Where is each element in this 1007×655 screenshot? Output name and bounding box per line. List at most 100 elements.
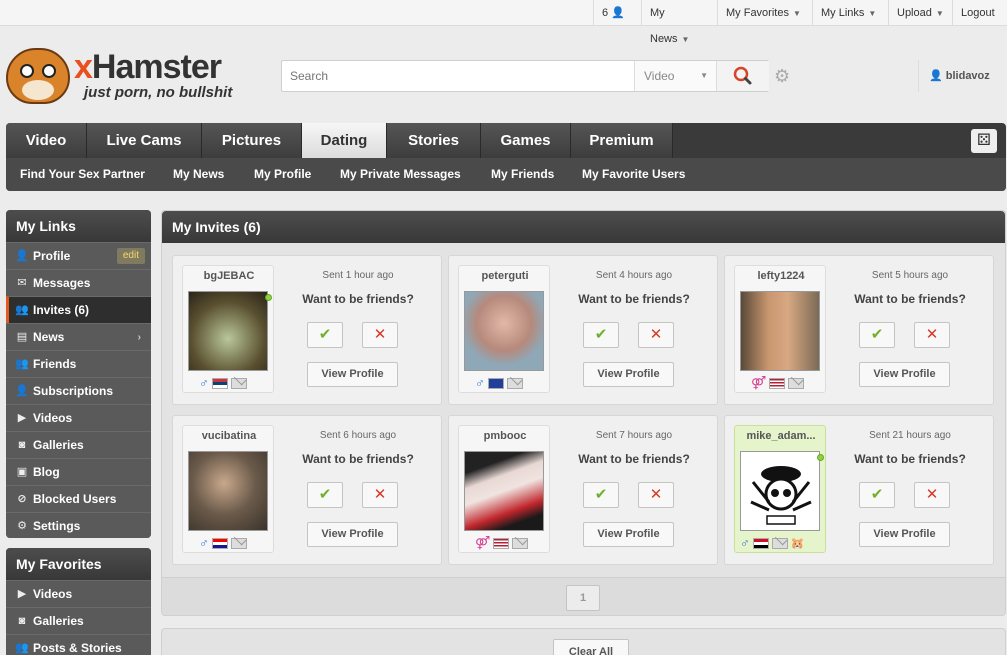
search-category-select[interactable]: Video ▼ bbox=[634, 61, 716, 91]
tab-live-cams[interactable]: Live Cams bbox=[87, 123, 202, 158]
users-icon: 👥 bbox=[15, 304, 29, 316]
view-profile-button[interactable]: View Profile bbox=[307, 522, 398, 547]
view-profile-button[interactable]: View Profile bbox=[583, 522, 674, 547]
view-profile-button[interactable]: View Profile bbox=[859, 522, 950, 547]
subtab-find-sex-partner[interactable]: Find Your Sex Partner bbox=[20, 158, 145, 191]
subtab-my-friends[interactable]: My Friends bbox=[491, 158, 554, 191]
accept-button[interactable]: ✔ bbox=[583, 322, 619, 348]
sidebar-item-videos[interactable]: ▶ Videos bbox=[6, 404, 151, 431]
accept-button[interactable]: ✔ bbox=[859, 482, 895, 508]
decline-button[interactable]: ✕ bbox=[914, 322, 950, 348]
profile-thumb[interactable]: vucibatina ♂ bbox=[182, 425, 274, 553]
users-icon: 👥 bbox=[15, 642, 29, 654]
eu-flag-icon bbox=[487, 377, 504, 389]
tab-games[interactable]: Games bbox=[481, 123, 571, 158]
profile-thumb[interactable]: peterguti ♂ bbox=[458, 265, 550, 393]
sidebar-item-settings[interactable]: ⚙ Settings bbox=[6, 512, 151, 538]
sidebar-item-friends[interactable]: 👥 Friends bbox=[6, 350, 151, 377]
friend-question: Want to be friends? bbox=[854, 452, 966, 466]
my-favorites-menu[interactable]: My Favorites ▼ bbox=[717, 0, 811, 26]
username[interactable]: peterguti bbox=[459, 270, 551, 282]
envelope-icon[interactable] bbox=[771, 537, 788, 549]
search-input[interactable] bbox=[282, 61, 634, 91]
sidebar-item-galleries[interactable]: ◙ Galleries bbox=[6, 431, 151, 458]
gear-icon[interactable]: ⚙ bbox=[774, 66, 790, 87]
sidebar-item-blog[interactable]: ▣ Blog bbox=[6, 458, 151, 485]
logout-link[interactable]: Logout bbox=[952, 0, 1007, 26]
search-button[interactable] bbox=[716, 61, 769, 91]
envelope-icon[interactable] bbox=[230, 537, 247, 549]
username[interactable]: lefty1224 bbox=[735, 270, 827, 282]
clear-all-button[interactable]: Clear All bbox=[553, 639, 629, 655]
invite-card: bgJEBAC ♂ Sent 1 hour ago Want to be fri… bbox=[172, 255, 442, 405]
view-profile-button[interactable]: View Profile bbox=[583, 362, 674, 387]
username[interactable]: mike_adam... bbox=[735, 430, 827, 442]
subtab-my-news[interactable]: My News bbox=[173, 158, 224, 191]
chevron-right-icon: › bbox=[137, 332, 141, 343]
my-links-menu[interactable]: My Links ▼ bbox=[812, 0, 888, 26]
notifications[interactable]: 6 👤 bbox=[593, 0, 637, 26]
accept-button[interactable]: ✔ bbox=[307, 322, 343, 348]
tab-premium[interactable]: Premium bbox=[571, 123, 673, 158]
user-menu[interactable]: 👤 blidavoz bbox=[918, 60, 990, 92]
friend-question: Want to be friends? bbox=[302, 292, 414, 306]
accept-button[interactable]: ✔ bbox=[859, 322, 895, 348]
site-logo[interactable]: xHamster just porn, no bullshit bbox=[6, 46, 246, 106]
random-dice-icon[interactable]: ⚄ bbox=[971, 129, 997, 153]
profile-thumb[interactable]: pmbooc ⚤ bbox=[458, 425, 550, 553]
envelope-icon[interactable] bbox=[230, 377, 247, 389]
sidebar-item-invites[interactable]: 👥 Invites (6) bbox=[6, 296, 151, 323]
page-button[interactable]: 1 bbox=[566, 585, 600, 611]
envelope-icon[interactable] bbox=[512, 537, 529, 549]
profile-photo[interactable] bbox=[740, 291, 820, 371]
pet-icon: 🐹 bbox=[790, 537, 805, 550]
view-profile-button[interactable]: View Profile bbox=[859, 362, 950, 387]
view-profile-button[interactable]: View Profile bbox=[307, 362, 398, 387]
edit-profile-button[interactable]: edit bbox=[116, 248, 145, 264]
subtab-favorite-users[interactable]: My Favorite Users bbox=[582, 158, 685, 191]
croatia-flag-icon bbox=[211, 537, 228, 549]
sidebar-item-blocked-users[interactable]: ⊘ Blocked Users bbox=[6, 485, 151, 512]
upload-menu[interactable]: Upload ▼ bbox=[888, 0, 952, 26]
accept-button[interactable]: ✔ bbox=[583, 482, 619, 508]
subscriptions-icon: 👤 bbox=[15, 385, 29, 397]
decline-button[interactable]: ✕ bbox=[638, 482, 674, 508]
sidebar-item-subscriptions[interactable]: 👤 Subscriptions bbox=[6, 377, 151, 404]
profile-photo[interactable] bbox=[188, 451, 268, 531]
envelope-icon[interactable] bbox=[788, 377, 805, 389]
subtab-private-messages[interactable]: My Private Messages bbox=[340, 158, 461, 191]
skull-emblem-icon bbox=[750, 466, 812, 525]
username[interactable]: vucibatina bbox=[183, 430, 275, 442]
tab-dating[interactable]: Dating bbox=[302, 123, 387, 158]
profile-photo[interactable] bbox=[740, 451, 820, 531]
male-gender-icon: ♂ bbox=[475, 375, 485, 390]
username[interactable]: bgJEBAC bbox=[183, 270, 275, 282]
subtab-my-profile[interactable]: My Profile bbox=[254, 158, 311, 191]
tab-stories[interactable]: Stories bbox=[387, 123, 481, 158]
profile-thumb[interactable]: bgJEBAC ♂ bbox=[182, 265, 274, 393]
friend-question: Want to be friends? bbox=[578, 292, 690, 306]
decline-button[interactable]: ✕ bbox=[914, 482, 950, 508]
invite-card: vucibatina ♂ Sent 6 hours ago Want to be… bbox=[172, 415, 442, 565]
profile-thumb[interactable]: lefty1224 ⚤ bbox=[734, 265, 826, 393]
tab-pictures[interactable]: Pictures bbox=[202, 123, 302, 158]
decline-button[interactable]: ✕ bbox=[362, 322, 398, 348]
profile-photo[interactable] bbox=[464, 451, 544, 531]
profile-thumb[interactable]: mike_adam... ♂ 🐹 bbox=[734, 425, 826, 553]
sidebar-item-news[interactable]: ▤ News › bbox=[6, 323, 151, 350]
invite-card: peterguti ♂ Sent 4 hours ago Want to be … bbox=[448, 255, 718, 405]
profile-photo[interactable] bbox=[188, 291, 268, 371]
sidebar-item-messages[interactable]: ✉ Messages bbox=[6, 269, 151, 296]
decline-button[interactable]: ✕ bbox=[638, 322, 674, 348]
my-news-menu[interactable]: My News ▼ bbox=[641, 0, 715, 45]
envelope-icon[interactable] bbox=[506, 377, 523, 389]
sidebar-item-fav-posts-stories[interactable]: 👥 Posts & Stories bbox=[6, 634, 151, 655]
sidebar-item-fav-videos[interactable]: ▶ Videos bbox=[6, 580, 151, 607]
accept-button[interactable]: ✔ bbox=[307, 482, 343, 508]
username[interactable]: pmbooc bbox=[459, 430, 551, 442]
sidebar-item-profile[interactable]: 👤 Profile edit bbox=[6, 242, 151, 269]
sidebar-item-fav-galleries[interactable]: ◙ Galleries bbox=[6, 607, 151, 634]
decline-button[interactable]: ✕ bbox=[362, 482, 398, 508]
tab-video[interactable]: Video bbox=[6, 123, 87, 158]
profile-photo[interactable] bbox=[464, 291, 544, 371]
